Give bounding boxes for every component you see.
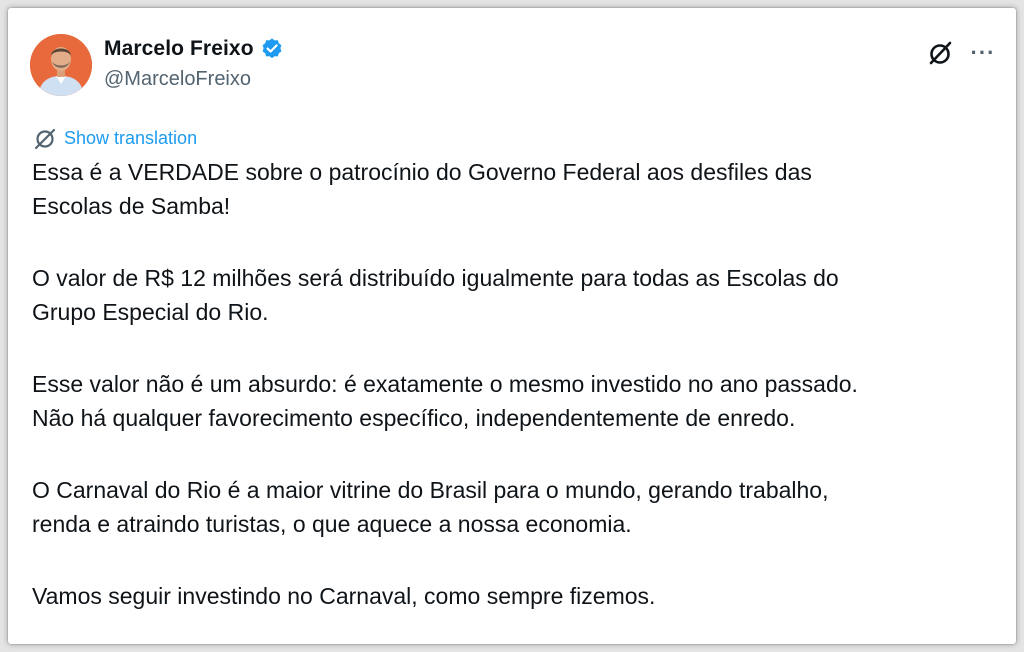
author-handle[interactable]: @MarceloFreixo	[104, 68, 251, 91]
tweet-line: Não há qualquer favorecimento específico…	[32, 405, 796, 431]
tweet-line: O valor de R$ 12 milhões será distribuíd…	[32, 265, 839, 291]
tweet-line: O Carnaval do Rio é a maior vitrine do B…	[32, 477, 829, 503]
globe-slash-icon	[34, 128, 56, 150]
grok-slash-circle-icon	[929, 41, 952, 65]
grok-button[interactable]	[926, 38, 956, 68]
author-name-row[interactable]: Marcelo Freixo	[104, 35, 284, 63]
avatar[interactable]	[30, 34, 92, 96]
more-options-button[interactable]: ···	[968, 38, 998, 68]
tweet-text: Essa é a VERDADE sobre o patrocínio do G…	[32, 155, 1002, 613]
tweet-paragraph: Esse valor não é um absurdo: é exatament…	[32, 367, 1002, 435]
tweet-line: Escolas de Samba!	[32, 193, 231, 219]
author-name[interactable]: Marcelo Freixo	[104, 37, 254, 61]
tweet-paragraph: Vamos seguir investindo no Carnaval, com…	[32, 579, 1002, 613]
tweet-line: Essa é a VERDADE sobre o patrocínio do G…	[32, 159, 812, 185]
tweet-paragraph: O valor de R$ 12 milhões será distribuíd…	[32, 261, 1002, 329]
show-translation-label[interactable]: Show translation	[64, 128, 197, 149]
tweet-line: Vamos seguir investindo no Carnaval, com…	[32, 583, 656, 609]
verified-badge-icon	[262, 38, 282, 59]
tweet-line: Grupo Especial do Rio.	[32, 299, 269, 325]
tweet-line: renda e atraindo turistas, o que aquece …	[32, 511, 632, 537]
tweet-paragraph: O Carnaval do Rio é a maior vitrine do B…	[32, 473, 1002, 541]
tweet-card: Marcelo Freixo @MarceloFreixo ··· Show t…	[8, 8, 1016, 644]
tweet-line: Esse valor não é um absurdo: é exatament…	[32, 371, 858, 397]
tweet-paragraph: Essa é a VERDADE sobre o patrocínio do G…	[32, 155, 1002, 223]
show-translation-link[interactable]: Show translation	[32, 125, 197, 151]
more-horizontal-icon: ···	[970, 40, 996, 65]
